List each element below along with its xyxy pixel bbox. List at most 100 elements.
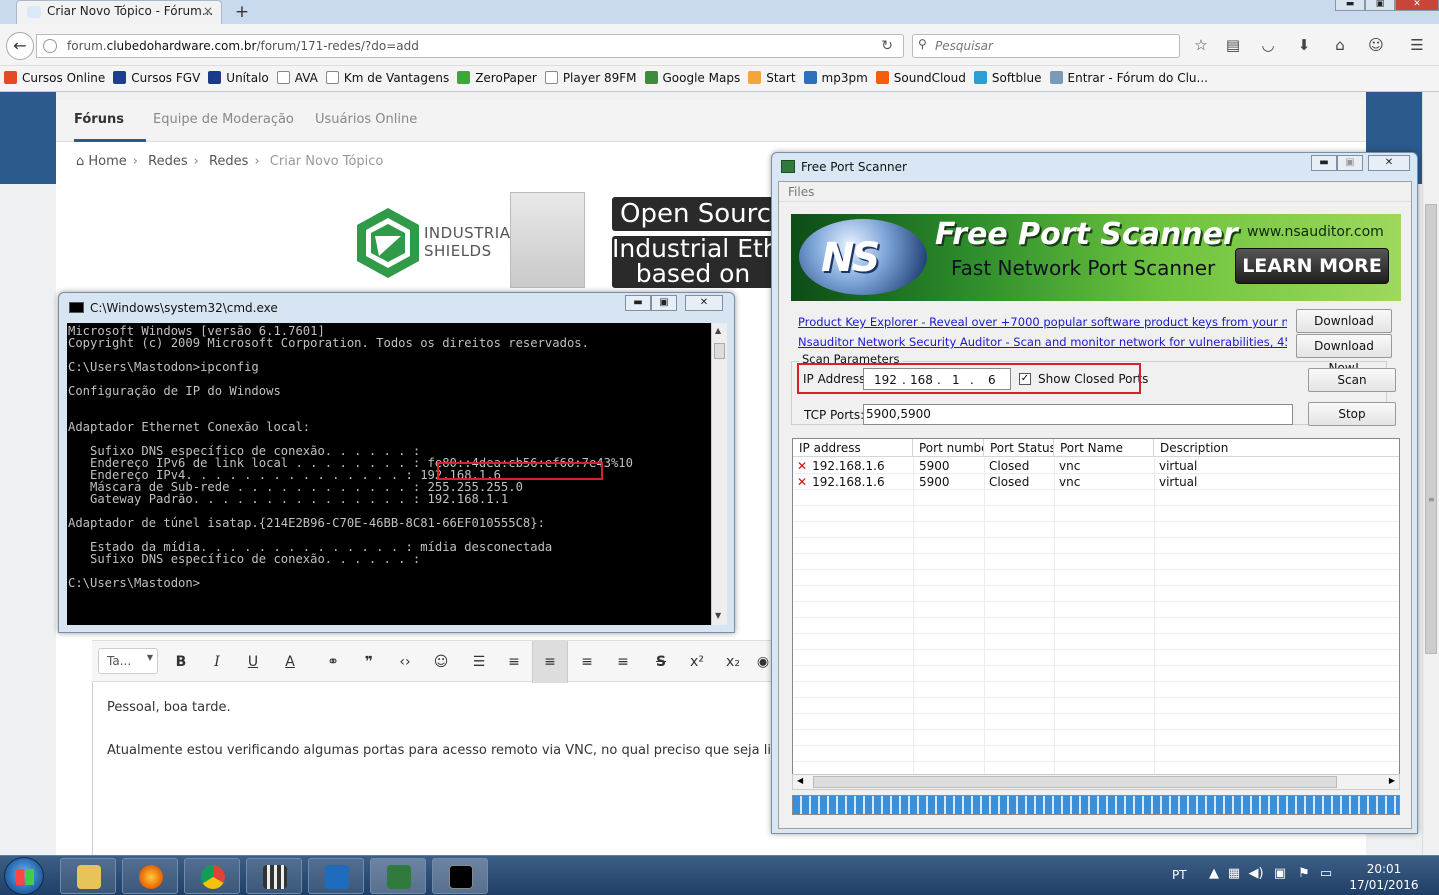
reading-list-icon[interactable]: ▤ (1224, 36, 1242, 54)
bookmark-item[interactable]: ZeroPaper (457, 71, 537, 85)
quote-icon[interactable]: ❞ (356, 651, 382, 673)
taskbar-port-scanner[interactable] (370, 858, 426, 894)
results-scrollbar-thumb[interactable] (813, 776, 1337, 788)
reload-icon[interactable]: ↻ (881, 38, 893, 54)
bookmark-item[interactable]: Google Maps (644, 71, 740, 85)
forum-nav-foruns[interactable]: Fóruns (74, 112, 124, 127)
scan-button[interactable]: Scan (1308, 368, 1396, 392)
taskbar-chrome[interactable] (184, 858, 240, 894)
bookmark-item[interactable]: Cursos Online (4, 71, 105, 85)
col-port-status[interactable]: Port Status (984, 439, 1054, 457)
emoji-icon[interactable]: ☺ (428, 651, 454, 673)
back-arrow-icon[interactable]: ← (6, 32, 34, 60)
col-port-number[interactable]: Port number (913, 439, 984, 457)
table-row[interactable]: ✕ 192.168.1.6 5900 Closed vnc virtual (793, 458, 1399, 474)
menu-files[interactable]: Files (779, 182, 1411, 202)
taskbar-cmd[interactable] (432, 858, 488, 894)
bullet-list-icon[interactable]: ☰ (466, 651, 492, 673)
bookmark-item[interactable]: Unítalo (208, 71, 269, 85)
preview-eye-icon[interactable]: ◉ (754, 651, 772, 673)
url-bar[interactable]: forum.clubedohardware.com.br/forum/171-r… (36, 34, 904, 58)
scroll-up-icon[interactable]: ▲ (715, 326, 721, 335)
align-center-icon[interactable]: ≡ (574, 651, 600, 673)
bookmark-item[interactable]: Entrar - Fórum do Clu... (1049, 71, 1208, 85)
bookmark-item[interactable]: SoundCloud (875, 71, 966, 85)
cmd-output[interactable]: Microsoft Windows [versão 6.1.7601] Copy… (67, 323, 718, 625)
home-icon[interactable]: ⌂ (1331, 36, 1349, 54)
bookmark-item[interactable]: Player 89FM (544, 71, 637, 85)
cmd-close-button[interactable]: ✕ (685, 295, 723, 311)
window-close-button[interactable]: ✕ (1395, 0, 1439, 11)
cmd-scrollbar-thumb[interactable] (714, 343, 725, 359)
cmd-scrollbar[interactable]: ▲ ▼ (711, 323, 727, 625)
forum-nav-usuarios[interactable]: Usuários Online (315, 112, 417, 127)
taskbar-outlook[interactable] (308, 858, 364, 894)
stop-button[interactable]: Stop (1308, 402, 1396, 426)
tray-expand-icon[interactable]: ▲ (1206, 866, 1222, 882)
learn-more-button[interactable]: LEARN MORE (1235, 248, 1389, 284)
ps-banner[interactable]: NS Free Port Scanner Fast Network Port S… (791, 214, 1401, 301)
taskbar-firefox[interactable] (122, 858, 178, 894)
menu-hamburger-icon[interactable]: ☰ (1408, 36, 1426, 54)
taskbar-media[interactable] (246, 858, 302, 894)
ps-minimize-button[interactable]: ▬ (1311, 155, 1337, 171)
font-select[interactable]: Ta... ▼ (98, 648, 158, 674)
scroll-left-icon[interactable]: ◀ (797, 776, 803, 785)
link-icon[interactable]: ⚭ (320, 651, 346, 673)
new-tab-button[interactable]: + (231, 2, 253, 22)
bookmark-item[interactable]: Softblue (973, 71, 1042, 85)
tcp-ports-input[interactable]: 5900,5900 (863, 404, 1293, 425)
search-input[interactable]: ⚲ Pesquisar (912, 34, 1180, 58)
page-scrollbar-thumb[interactable]: ≡ (1425, 204, 1437, 654)
col-description[interactable]: Description (1154, 439, 1399, 457)
bookmark-item[interactable]: AVA (276, 71, 318, 85)
cmd-maximize-button[interactable]: ▣ (651, 295, 677, 311)
browser-tab-active[interactable]: Criar Novo Tópico - Fórum... × (16, 0, 222, 24)
underline-icon[interactable]: U (240, 651, 266, 673)
forum-nav-moderacao[interactable]: Equipe de Moderação (153, 112, 294, 127)
scroll-down-icon[interactable]: ▼ (715, 611, 721, 620)
window-minimize-button[interactable]: ▬ (1335, 0, 1365, 11)
download-now-button-2[interactable]: Download Now! (1296, 334, 1392, 375)
tray-language[interactable]: PT (1172, 868, 1187, 882)
subscript-icon[interactable]: x₂ (720, 651, 746, 673)
strikethrough-icon[interactable]: S (648, 651, 674, 673)
bookmark-item[interactable]: Start (748, 71, 796, 85)
results-table[interactable]: IP address Port number Port Status Port … (792, 438, 1400, 783)
link-nsauditor[interactable]: Nsauditor Network Security Auditor - Sca… (798, 335, 1287, 349)
editor-body[interactable]: Pessoal, boa tarde. Atualmente estou ver… (107, 700, 775, 786)
col-ip-address[interactable]: IP address (793, 439, 913, 457)
tray-flag-icon[interactable]: ⚑ (1296, 866, 1312, 882)
start-button[interactable] (4, 857, 44, 895)
bookmark-star-icon[interactable]: ☆ (1192, 36, 1210, 54)
results-horizontal-scrollbar[interactable]: ◀ ▶ (792, 774, 1400, 790)
cmd-minimize-button[interactable]: ▬ (625, 295, 651, 311)
ps-close-button[interactable]: ✕ (1368, 155, 1410, 171)
align-right-icon[interactable]: ≡ (610, 651, 636, 673)
bookmark-item[interactable]: Cursos FGV (113, 71, 200, 85)
pocket-icon[interactable]: ◡ (1259, 36, 1277, 54)
bookmark-item[interactable]: mp3pm (803, 71, 868, 85)
breadcrumb-redes-sub[interactable]: Redes (209, 154, 248, 169)
font-color-icon[interactable]: A (277, 651, 303, 673)
tab-close-icon[interactable]: × (203, 4, 213, 18)
bookmark-item[interactable]: Km de Vantagens (325, 71, 449, 85)
chat-icon[interactable]: ☺ (1367, 36, 1385, 54)
window-maximize-button[interactable]: ▣ (1365, 0, 1395, 11)
tray-windows-icon[interactable]: ▦ (1226, 866, 1242, 882)
page-scrollbar[interactable]: ≡ (1422, 92, 1439, 855)
col-port-name[interactable]: Port Name (1054, 439, 1154, 457)
italic-icon[interactable]: I (204, 651, 230, 673)
tray-network-icon[interactable]: ▣ (1272, 866, 1288, 882)
table-row[interactable]: ✕ 192.168.1.6 5900 Closed vnc virtual (793, 474, 1399, 490)
taskbar-explorer[interactable] (60, 858, 116, 894)
breadcrumb-redes[interactable]: Redes (148, 154, 187, 169)
align-left-icon[interactable]: ≡ (532, 641, 568, 683)
download-icon[interactable]: ⬇ (1295, 36, 1313, 54)
link-product-key-explorer[interactable]: Product Key Explorer - Reveal over +7000… (798, 315, 1287, 329)
download-now-button-1[interactable]: Download Now! (1296, 309, 1392, 350)
superscript-icon[interactable]: x² (684, 651, 710, 673)
ad-banner[interactable]: INDUSTRIAL SHIELDS Open Source Industria… (350, 192, 774, 288)
numbered-list-icon[interactable]: ≡ (501, 651, 527, 673)
tray-clock[interactable]: 20:01 17/01/2016 (1340, 861, 1428, 893)
